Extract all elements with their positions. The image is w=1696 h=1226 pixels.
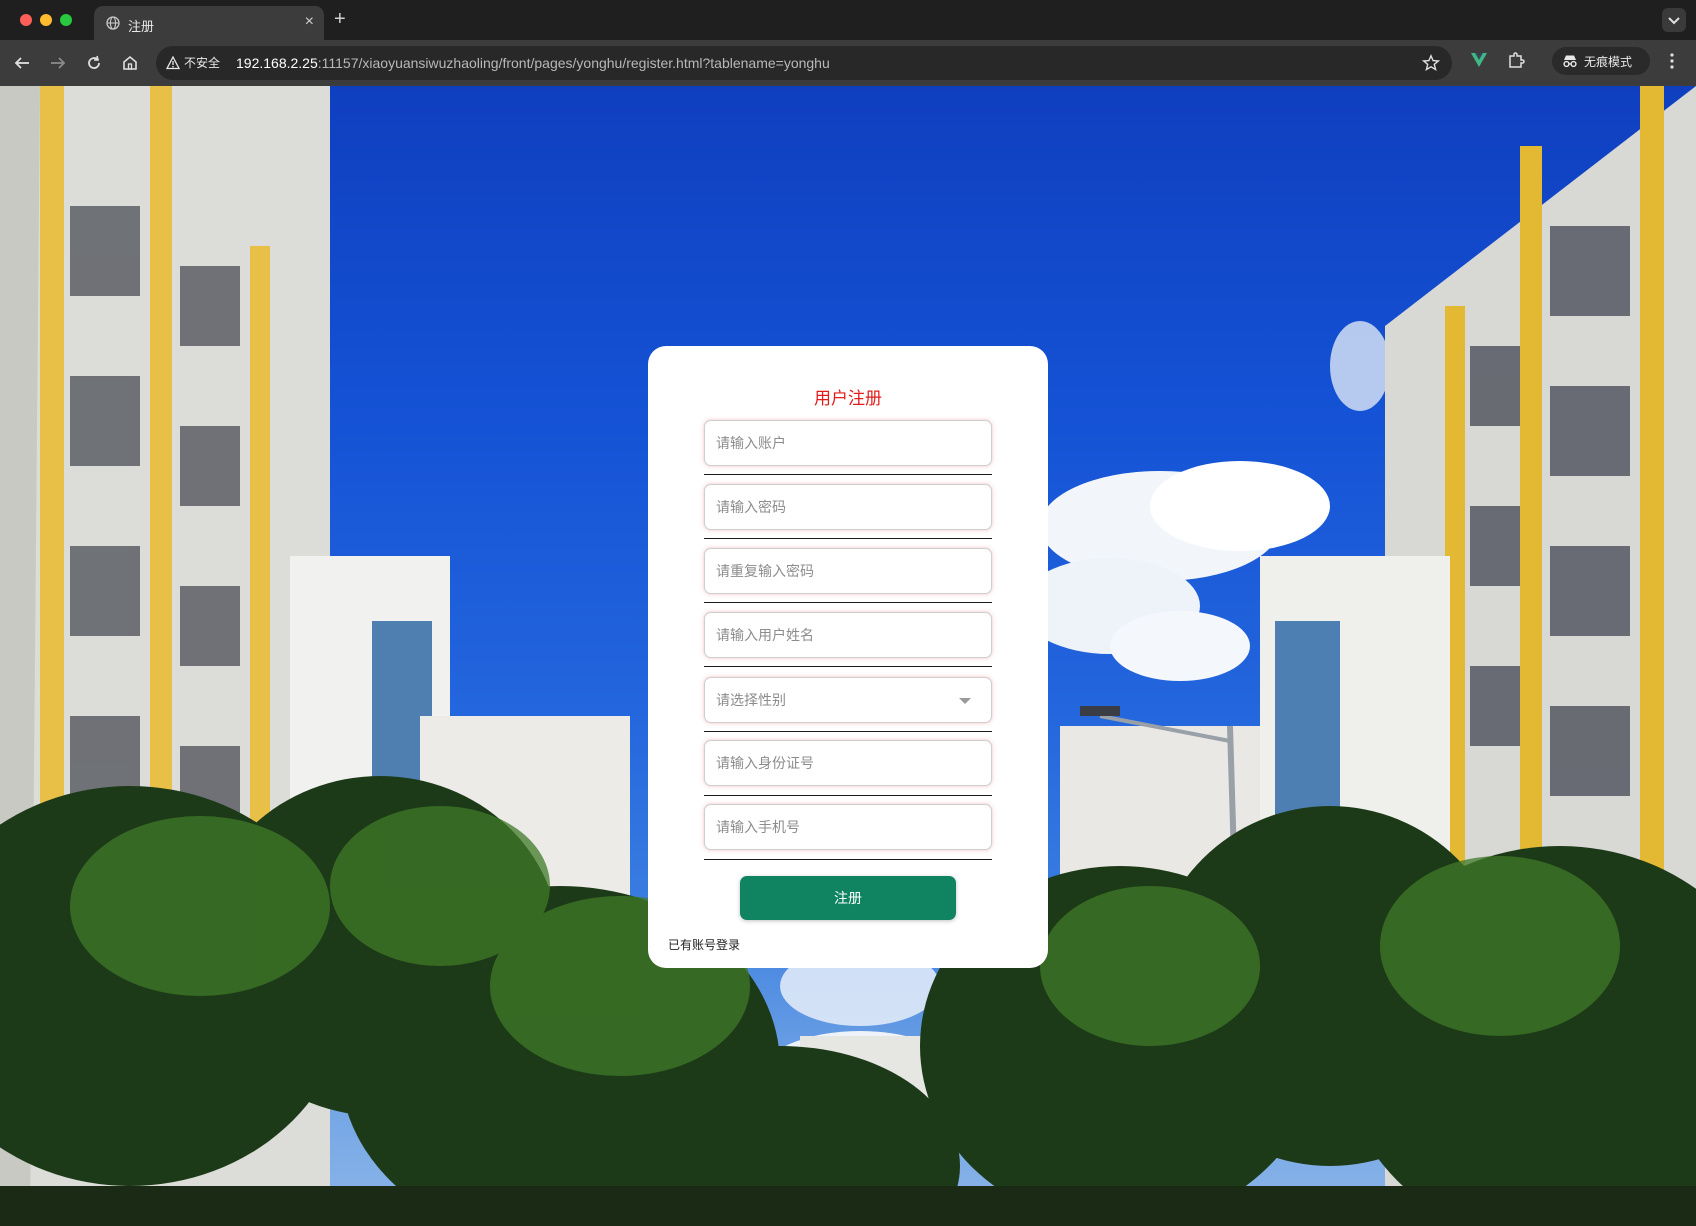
- close-tab-icon[interactable]: ×: [305, 14, 314, 30]
- url-text: 192.168.2.25:11157/xiaoyuansiwuzhaoling/…: [236, 55, 830, 71]
- account-input[interactable]: 请输入账户: [704, 420, 992, 466]
- vue-devtools-extension-icon[interactable]: [1470, 51, 1488, 69]
- divider: [704, 731, 992, 732]
- security-indicator[interactable]: 不安全: [166, 54, 220, 71]
- divider: [704, 795, 992, 796]
- divider: [704, 666, 992, 667]
- password-placeholder: 请输入密码: [716, 500, 786, 516]
- confirm-password-placeholder: 请重复输入密码: [716, 564, 814, 580]
- divider: [704, 538, 992, 539]
- gender-select[interactable]: 请选择性别: [704, 677, 992, 723]
- maximize-window-button[interactable]: [60, 14, 72, 26]
- divider: [704, 859, 992, 860]
- login-link[interactable]: 已有账号登录: [668, 936, 740, 953]
- security-label: 不安全: [184, 56, 221, 70]
- back-arrow-icon[interactable]: [12, 53, 32, 73]
- id-number-placeholder: 请输入身份证号: [716, 756, 814, 772]
- browser-tab[interactable]: 注册 ×: [94, 6, 324, 40]
- minimize-window-button[interactable]: [40, 14, 52, 26]
- warning-icon: [166, 55, 180, 69]
- register-button[interactable]: 注册: [740, 876, 956, 920]
- url-host: 192.168.2.25: [236, 55, 318, 71]
- id-number-input[interactable]: 请输入身份证号: [704, 740, 992, 786]
- globe-icon: [106, 16, 120, 30]
- browser-tab-bar: 注册 × +: [0, 0, 1696, 40]
- password-input[interactable]: 请输入密码: [704, 484, 992, 530]
- chevron-down-icon: [1668, 17, 1680, 25]
- home-icon[interactable]: [120, 53, 140, 73]
- tab-title: 注册: [128, 20, 155, 35]
- address-bar[interactable]: 不安全 192.168.2.25:11157/xiaoyuansiwuzhaol…: [156, 46, 1452, 80]
- close-window-button[interactable]: [20, 14, 32, 26]
- more-options-icon[interactable]: [1668, 52, 1676, 70]
- gender-placeholder: 请选择性别: [716, 693, 786, 709]
- username-input[interactable]: 请输入用户姓名: [704, 612, 992, 658]
- browser-toolbar: 不安全 192.168.2.25:11157/xiaoyuansiwuzhaol…: [0, 40, 1696, 86]
- new-tab-button[interactable]: +: [334, 9, 346, 29]
- page-title: 用户注册: [814, 389, 882, 409]
- username-placeholder: 请输入用户姓名: [716, 628, 814, 644]
- page-viewport: 用户注册 请输入账户 请输入密码 请重复输入密码 请输入用户姓名 请选择性别 请…: [0, 86, 1696, 1226]
- phone-placeholder: 请输入手机号: [716, 820, 800, 836]
- url-path: :11157/xiaoyuansiwuzhaoling/front/pages/…: [317, 55, 830, 71]
- incognito-icon: [1563, 55, 1577, 68]
- tab-search-button[interactable]: [1662, 8, 1686, 32]
- forward-arrow-icon[interactable]: [48, 53, 68, 73]
- phone-input[interactable]: 请输入手机号: [704, 804, 992, 850]
- register-card: 用户注册 请输入账户 请输入密码 请重复输入密码 请输入用户姓名 请选择性别 请…: [648, 346, 1048, 968]
- divider: [704, 474, 992, 475]
- confirm-password-input[interactable]: 请重复输入密码: [704, 548, 992, 594]
- extensions-puzzle-icon[interactable]: [1506, 50, 1526, 70]
- incognito-indicator[interactable]: 无痕模式: [1552, 47, 1650, 75]
- reload-icon[interactable]: [84, 53, 104, 73]
- incognito-label: 无痕模式: [1584, 54, 1633, 69]
- divider: [704, 602, 992, 603]
- account-placeholder: 请输入账户: [716, 436, 786, 452]
- bookmark-star-icon[interactable]: [1422, 54, 1440, 72]
- chevron-down-icon: [959, 698, 971, 704]
